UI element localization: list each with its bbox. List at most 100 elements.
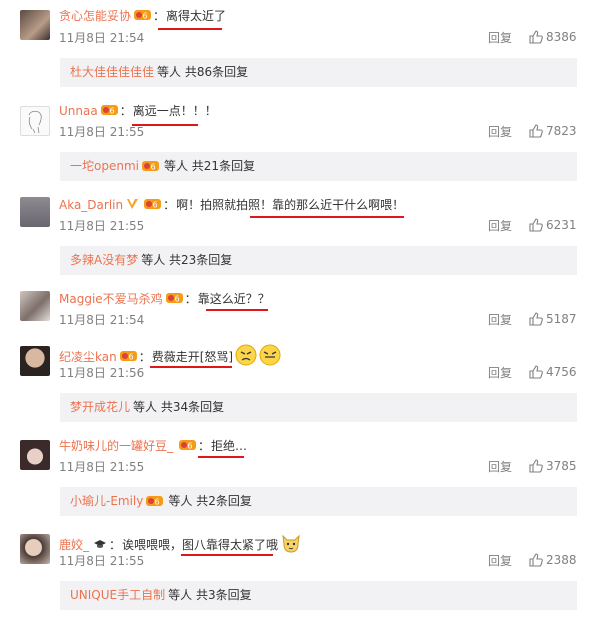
comment-text: 啊！拍照就拍照！靠的那么近干什么啊喂！ [176, 198, 405, 212]
like-count: 6231 [546, 218, 577, 232]
graduate-cap-icon [93, 538, 107, 550]
reply-summary[interactable]: UNIQUE手工自制 等人 共3条回复 [60, 581, 577, 610]
underline-mark [206, 309, 268, 311]
cat-emoji-icon [280, 532, 302, 558]
underline-mark [158, 28, 222, 30]
svg-text:6: 6 [142, 12, 147, 21]
reply-count: 等人 共23条回复 [141, 253, 233, 267]
username[interactable]: 牛奶味儿的一罐好豆_ [59, 439, 173, 453]
member-badge-icon: 6 [100, 104, 118, 116]
like-button[interactable]: 8386 [529, 30, 577, 44]
avatar[interactable] [20, 534, 50, 564]
comment-text: 费薇走开[怒骂] [151, 350, 234, 364]
verified-v-icon [126, 198, 139, 210]
reply-button[interactable]: 回复 [488, 554, 512, 568]
reply-count: 等人 共3条回复 [168, 588, 252, 602]
timestamp: 11月8日 21:54 [59, 31, 145, 45]
member-badge-icon: 6 [144, 198, 162, 210]
avatar[interactable] [20, 197, 50, 227]
like-button[interactable]: 7823 [529, 124, 577, 138]
comment-text: 诶喂喂喂，图八靠得太紧了哦 [122, 538, 279, 552]
reply-button[interactable]: 回复 [488, 31, 512, 45]
comment-text: 靠这么近？？ [197, 292, 270, 306]
reply-summary[interactable]: 多辣A没有梦 等人 共23条回复 [60, 246, 577, 275]
comment-text: 离得太近了 [166, 9, 227, 23]
reply-button[interactable]: 回复 [488, 460, 512, 474]
svg-text:6: 6 [109, 107, 114, 116]
reply-button[interactable]: 回复 [488, 219, 512, 233]
like-button[interactable]: 4756 [529, 365, 577, 379]
reply-author[interactable]: 一坨openmi [70, 159, 139, 173]
reply-summary[interactable]: 一坨openmi 6 等人 共21条回复 [60, 152, 577, 181]
thumbs-up-icon [529, 30, 543, 44]
username[interactable]: Maggie不爱马杀鸡 [59, 292, 163, 306]
reply-summary[interactable]: 杜大佳佳佳佳佳 等人 共86条回复 [60, 58, 577, 87]
underline-mark [198, 456, 244, 458]
like-count: 7823 [546, 124, 577, 138]
username[interactable]: Unnaa [59, 104, 98, 118]
timestamp: 11月8日 21:55 [59, 460, 145, 474]
svg-text:6: 6 [153, 201, 158, 210]
dizzy-emoji-icon [259, 344, 281, 370]
timestamp: 11月8日 21:55 [59, 125, 145, 139]
underline-mark [250, 216, 404, 218]
username[interactable]: Aka_Darlin [59, 198, 123, 212]
username[interactable]: 贪心怎能妥协 [59, 9, 131, 23]
like-count: 2388 [546, 553, 577, 567]
thumbs-up-icon [529, 124, 543, 138]
like-button[interactable]: 3785 [529, 459, 577, 473]
reply-button[interactable]: 回复 [488, 125, 512, 139]
reply-count: 等人 共21条回复 [163, 159, 256, 173]
reply-author[interactable]: 杜大佳佳佳佳佳 [70, 65, 154, 79]
avatar[interactable] [20, 10, 50, 40]
reply-summary[interactable]: 梦开成花儿 等人 共34条回复 [60, 393, 577, 422]
member-badge-icon: 6 [134, 9, 152, 21]
angry-emoji-icon [235, 344, 257, 370]
like-button[interactable]: 2388 [529, 553, 577, 567]
like-count: 4756 [546, 365, 577, 379]
avatar[interactable] [20, 291, 50, 321]
reply-button[interactable]: 回复 [488, 313, 512, 327]
member-badge-icon: 6 [165, 292, 183, 304]
svg-text:6: 6 [155, 498, 160, 507]
comment-text: 拒绝… [211, 439, 248, 453]
username[interactable]: 纪凌尘kan [59, 350, 117, 364]
reply-summary[interactable]: 小瑜儿-Emily 6 等人 共2条回复 [60, 487, 577, 516]
member-badge-icon: 6 [141, 154, 159, 172]
thumbs-up-icon [529, 312, 543, 326]
reply-author[interactable]: 梦开成花儿 [70, 400, 130, 414]
underline-mark [150, 366, 232, 368]
like-count: 5187 [546, 312, 577, 326]
like-count: 8386 [546, 30, 577, 44]
svg-text:6: 6 [187, 442, 192, 451]
svg-text:6: 6 [174, 295, 179, 304]
like-button[interactable]: 6231 [529, 218, 577, 232]
thumbs-up-icon [529, 365, 543, 379]
reply-author[interactable]: 小瑜儿-Emily [70, 494, 143, 508]
avatar[interactable] [20, 106, 50, 136]
avatar[interactable] [20, 346, 50, 376]
avatar[interactable] [20, 440, 50, 470]
reply-button[interactable]: 回复 [488, 366, 512, 380]
thumbs-up-icon [529, 459, 543, 473]
member-badge-icon: 6 [119, 350, 137, 362]
reply-count: 等人 共86条回复 [157, 65, 249, 79]
thumbs-up-icon [529, 218, 543, 232]
timestamp: 11月8日 21:55 [59, 554, 145, 568]
thumbs-up-icon [529, 553, 543, 567]
underline-mark [181, 554, 273, 556]
comment-text: 离远一点！！！ [132, 104, 217, 118]
reply-author[interactable]: 多辣A没有梦 [70, 253, 138, 267]
member-badge-icon: 6 [146, 489, 164, 507]
username[interactable]: 鹿姣_ [59, 538, 89, 552]
member-badge-icon: 6 [179, 439, 197, 451]
reply-author[interactable]: UNIQUE手工自制 [70, 588, 165, 602]
like-button[interactable]: 5187 [529, 312, 577, 326]
timestamp: 11月8日 21:54 [59, 313, 145, 327]
reply-count: 等人 共2条回复 [168, 494, 252, 508]
timestamp: 11月8日 21:56 [59, 366, 145, 380]
svg-text:6: 6 [150, 163, 155, 172]
timestamp: 11月8日 21:55 [59, 219, 145, 233]
like-count: 3785 [546, 459, 577, 473]
reply-count: 等人 共34条回复 [133, 400, 225, 414]
